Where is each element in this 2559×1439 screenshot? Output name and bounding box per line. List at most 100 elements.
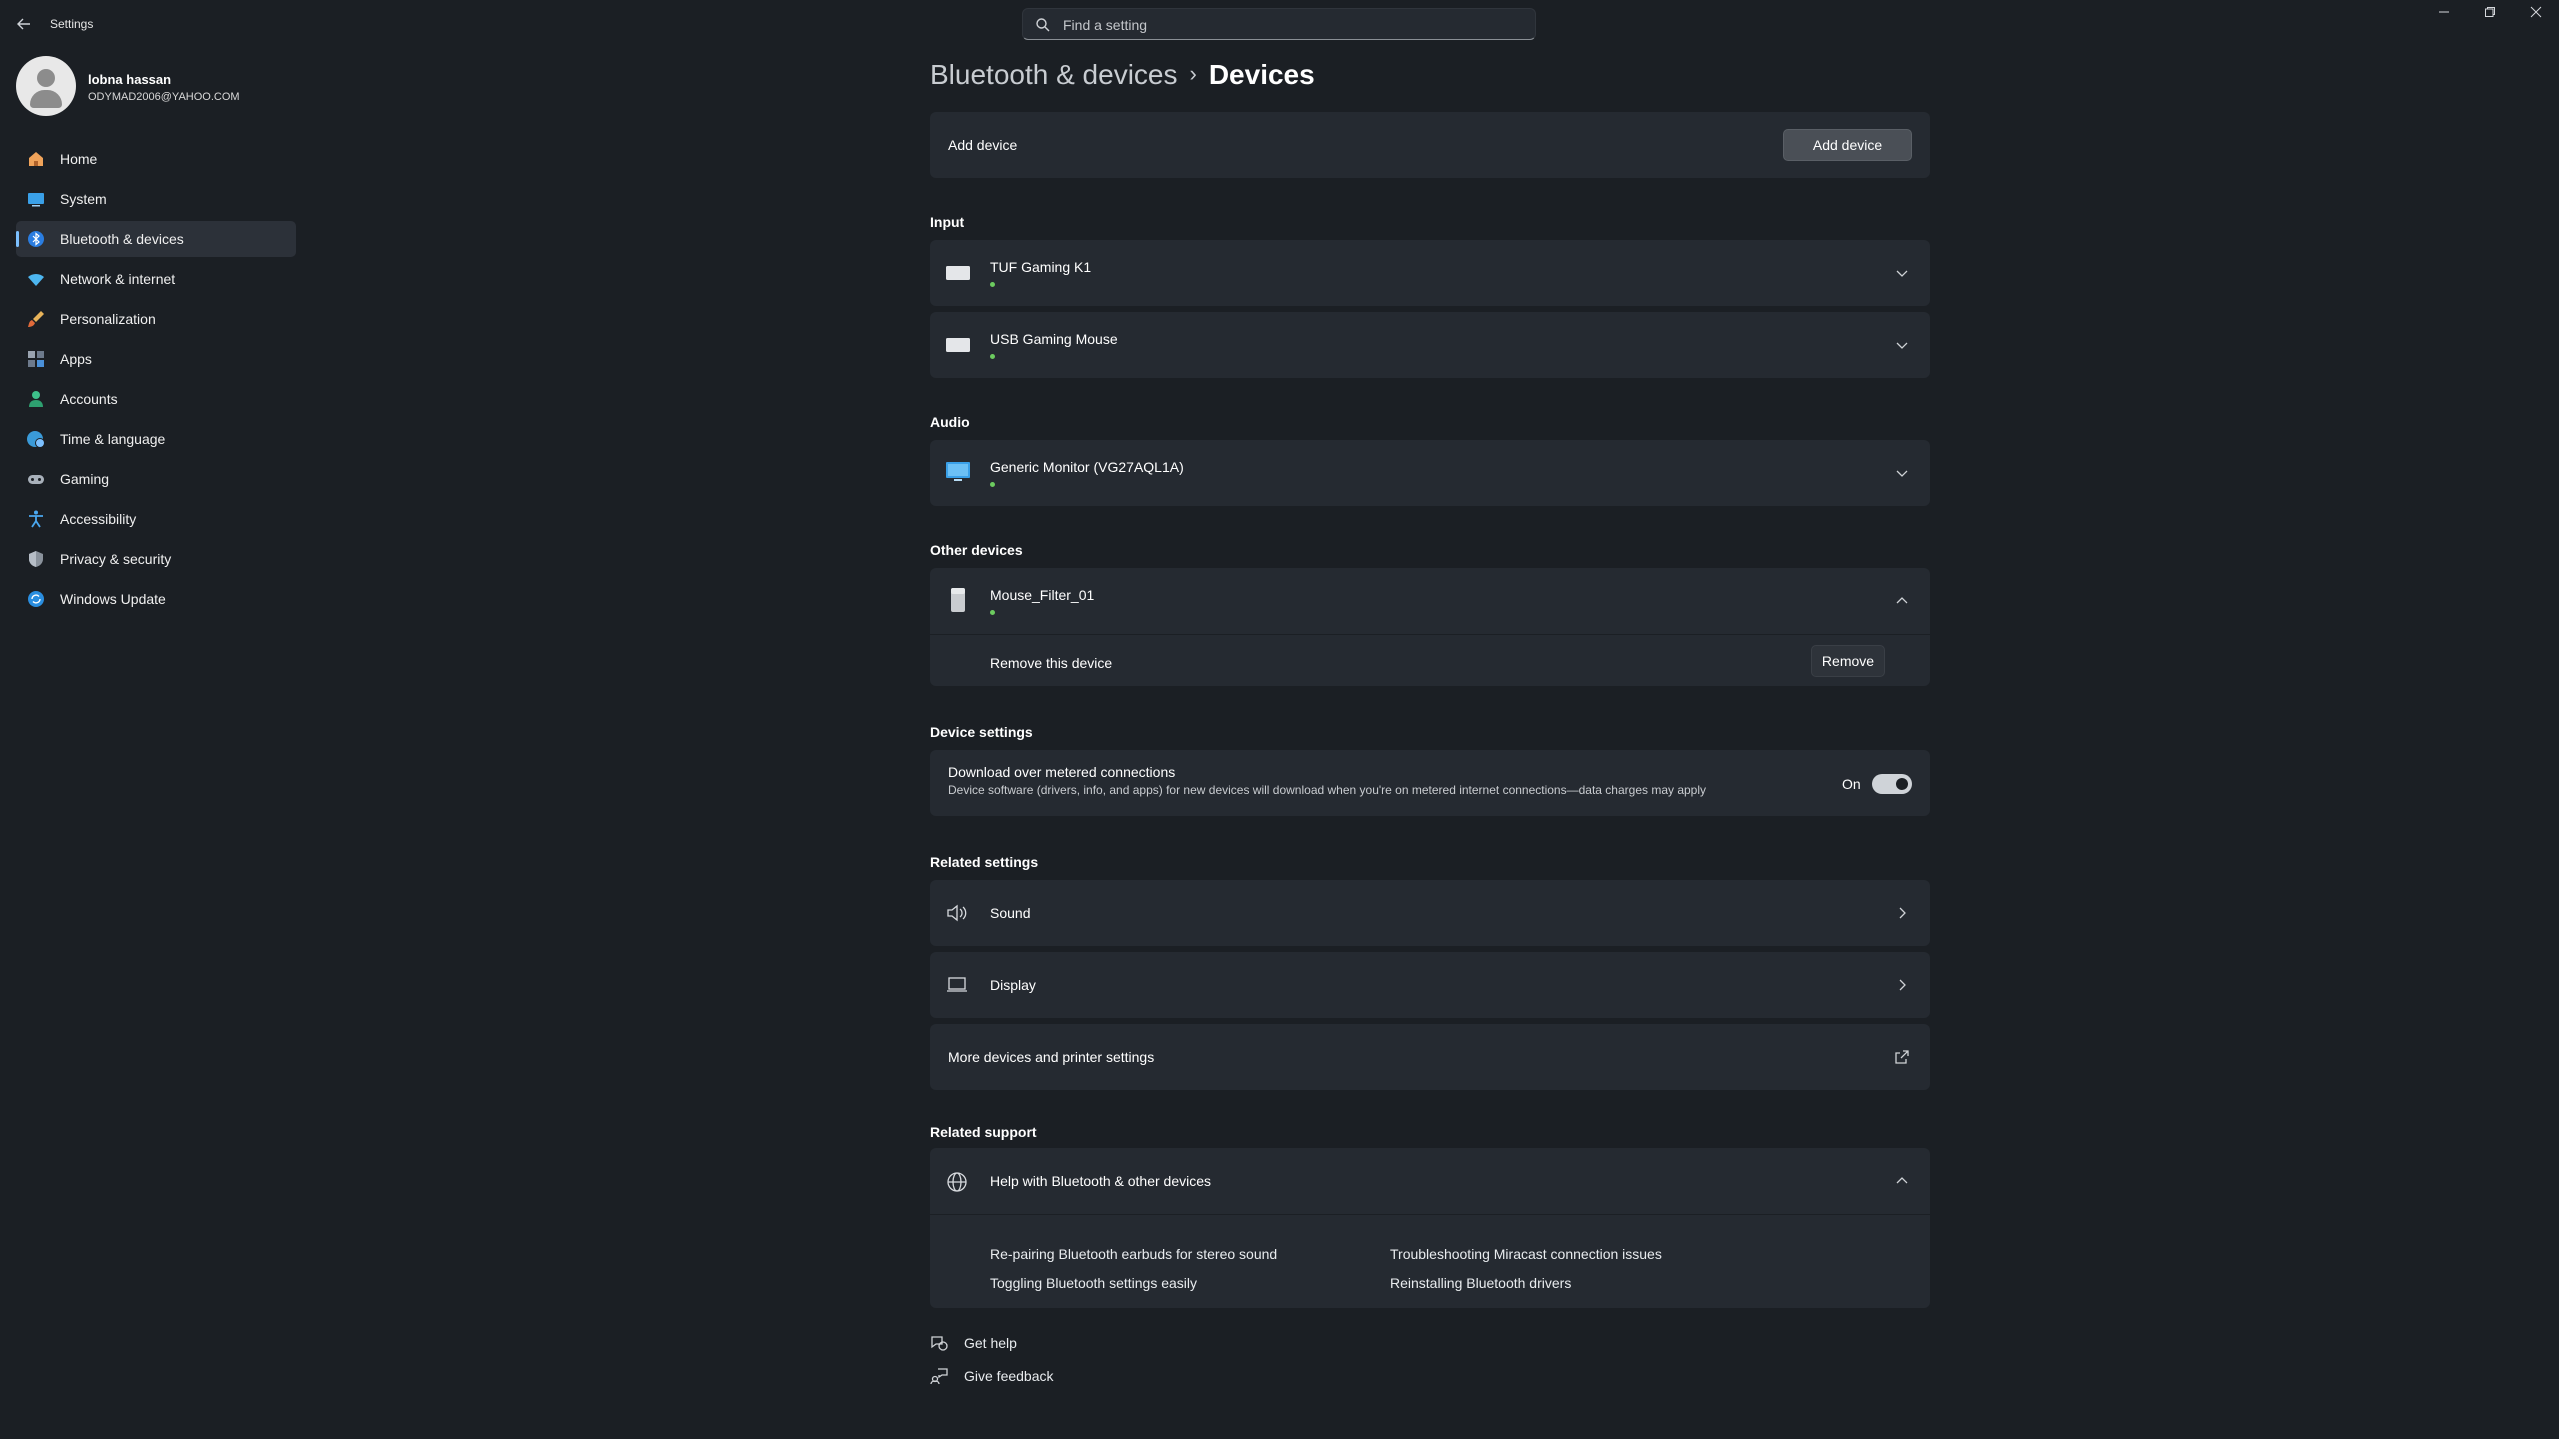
close-icon[interactable] (2518, 6, 2554, 26)
search-icon (1035, 17, 1051, 33)
shield-icon (26, 549, 46, 569)
gamepad-icon (26, 469, 46, 489)
related-item-label: Sound (990, 905, 1031, 921)
related-row-more-devices[interactable]: More devices and printer settings (930, 1024, 1930, 1090)
status-dot (990, 482, 995, 487)
chevron-down-icon[interactable] (1894, 265, 1910, 281)
update-icon (26, 589, 46, 609)
device-name: TUF Gaming K1 (990, 259, 1092, 275)
user-email: ODYMAD2006@YAHOO.COM (88, 91, 240, 103)
sidebar-item-label: System (60, 191, 107, 207)
device-name: Mouse_Filter_01 (990, 587, 1095, 603)
related-item-label: More devices and printer settings (948, 1049, 1155, 1065)
restore-icon[interactable] (2472, 6, 2508, 26)
divider (930, 634, 1930, 635)
add-device-label: Add device (948, 137, 1018, 153)
page-title: Devices (1208, 59, 1315, 90)
status-dot (990, 610, 995, 615)
sidebar-item-time-language[interactable]: Time & language (16, 421, 296, 457)
wifi-icon (26, 269, 46, 289)
remove-button[interactable]: Remove (1811, 645, 1885, 677)
breadcrumb-separator: › (1189, 61, 1197, 86)
search-box[interactable]: Find a setting (1022, 8, 1536, 40)
monitor-icon (946, 462, 970, 487)
keyboard-icon (946, 266, 970, 283)
globe-clock-icon (26, 429, 46, 449)
give-feedback-label: Give feedback (964, 1368, 1054, 1384)
device-name: USB Gaming Mouse (990, 331, 1118, 347)
sidebar-item-label: Home (60, 151, 98, 167)
device-row-usb-gaming-mouse[interactable]: USB Gaming Mouse (930, 312, 1930, 378)
back-arrow-icon[interactable] (14, 14, 34, 34)
help-chat-icon (930, 1334, 948, 1352)
breadcrumb: Bluetooth & devices › Devices (930, 59, 1315, 91)
sidebar-item-label: Personalization (60, 311, 156, 327)
apps-icon (26, 349, 46, 369)
chevron-up-icon[interactable] (1894, 593, 1910, 609)
support-link[interactable]: Reinstalling Bluetooth drivers (1390, 1275, 1571, 1291)
sidebar-item-label: Network & internet (60, 271, 176, 287)
chevron-down-icon[interactable] (1894, 337, 1910, 353)
give-feedback-link[interactable]: Give feedback (930, 1367, 1054, 1385)
metered-toggle[interactable] (1872, 774, 1912, 794)
add-device-card: Add device Add device (930, 112, 1930, 178)
section-heading-audio: Audio (930, 414, 970, 430)
chevron-up-icon[interactable] (1894, 1173, 1910, 1189)
accounts-icon (26, 389, 46, 409)
breadcrumb-parent[interactable]: Bluetooth & devices (930, 59, 1178, 90)
toggle-state-label: On (1842, 776, 1861, 792)
speaker-icon (946, 904, 968, 925)
external-link-icon (1894, 1049, 1910, 1065)
sidebar-item-bluetooth[interactable]: Bluetooth & devices (16, 221, 296, 257)
accessibility-icon (26, 509, 46, 529)
search-input[interactable]: Find a setting (1063, 17, 1147, 33)
support-link[interactable]: Re-pairing Bluetooth earbuds for stereo … (990, 1246, 1277, 1262)
get-help-label: Get help (964, 1335, 1017, 1351)
sidebar-item-gaming[interactable]: Gaming (16, 461, 296, 497)
section-heading-input: Input (930, 214, 965, 230)
related-support-card: Help with Bluetooth & other devices Re-p… (930, 1148, 1930, 1308)
laptop-icon (946, 977, 968, 996)
sidebar-item-privacy[interactable]: Privacy & security (16, 541, 296, 577)
sidebar-item-label: Accessibility (60, 511, 137, 527)
sidebar-item-personalization[interactable]: Personalization (16, 301, 296, 337)
device-row-generic-monitor[interactable]: Generic Monitor (VG27AQL1A) (930, 440, 1930, 506)
sidebar-item-apps[interactable]: Apps (16, 341, 296, 377)
metered-connections-card: Download over metered connections Device… (930, 750, 1930, 816)
sidebar-item-label: Privacy & security (60, 551, 172, 567)
user-profile[interactable]: lobna hassan ODYMAD2006@YAHOO.COM (16, 56, 296, 120)
status-dot (990, 354, 995, 359)
sidebar-item-label: Bluetooth & devices (60, 231, 184, 247)
sidebar-item-windows-update[interactable]: Windows Update (16, 581, 296, 617)
related-row-sound[interactable]: Sound (930, 880, 1930, 946)
sidebar-item-system[interactable]: System (16, 181, 296, 217)
sidebar-item-label: Apps (60, 351, 92, 367)
section-heading-related-support: Related support (930, 1124, 1037, 1140)
sidebar-item-accessibility[interactable]: Accessibility (16, 501, 296, 537)
get-help-link[interactable]: Get help (930, 1334, 1017, 1352)
related-row-display[interactable]: Display (930, 952, 1930, 1018)
support-link[interactable]: Toggling Bluetooth settings easily (990, 1275, 1197, 1291)
brush-icon (26, 309, 46, 329)
status-dot (990, 282, 995, 287)
support-link[interactable]: Troubleshooting Miracast connection issu… (1390, 1246, 1662, 1262)
minimize-icon[interactable] (2426, 6, 2462, 26)
system-icon (26, 189, 46, 209)
home-icon (26, 149, 46, 169)
chevron-right-icon (1894, 905, 1910, 921)
related-item-label: Display (990, 977, 1036, 993)
sidebar-item-network[interactable]: Network & internet (16, 261, 296, 297)
sidebar-item-accounts[interactable]: Accounts (16, 381, 296, 417)
device-row-mouse-filter[interactable]: Mouse_Filter_01 (930, 568, 1930, 634)
chevron-down-icon[interactable] (1894, 465, 1910, 481)
section-heading-related-settings: Related settings (930, 854, 1039, 870)
bluetooth-icon (26, 229, 46, 249)
metered-description: Device software (drivers, info, and apps… (948, 783, 1707, 797)
feedback-icon (930, 1367, 948, 1385)
globe-icon (946, 1171, 968, 1196)
add-device-button[interactable]: Add device (1783, 129, 1912, 161)
sidebar-item-home[interactable]: Home (16, 141, 296, 177)
avatar (16, 56, 76, 116)
device-row-tuf-gaming-k1[interactable]: TUF Gaming K1 (930, 240, 1930, 306)
help-bluetooth-row[interactable]: Help with Bluetooth & other devices (930, 1148, 1930, 1214)
